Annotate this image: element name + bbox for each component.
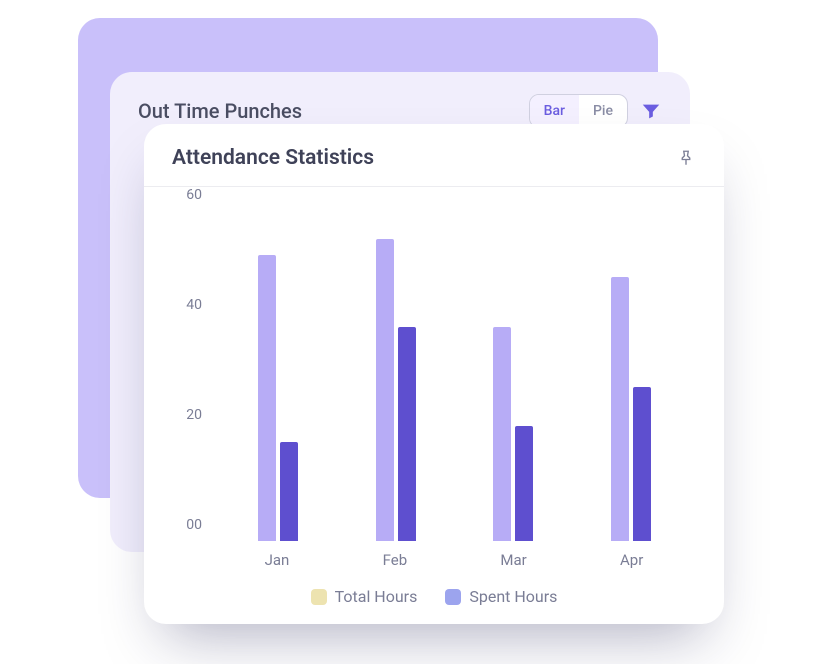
attendance-card: Attendance Statistics 00 20 40 60 Jan Feb Mar… — [144, 124, 724, 624]
bar-spent — [633, 387, 651, 541]
legend-label-spent: Spent Hours — [469, 587, 557, 606]
plot-area — [212, 211, 696, 541]
x-axis-labels: Jan Feb Mar Apr — [212, 541, 696, 569]
x-axis: Jan Feb Mar Apr — [212, 541, 696, 569]
y-tick: 20 — [186, 407, 202, 423]
bar-spent — [515, 426, 533, 542]
mid-card-controls: Bar Pie — [529, 94, 662, 128]
page-title: Attendance Statistics — [172, 146, 374, 170]
bar-groups — [213, 211, 696, 541]
plot: 00204060 — [172, 211, 696, 541]
bar-total — [376, 239, 394, 542]
attendance-card-header: Attendance Statistics — [144, 124, 724, 187]
legend: Total Hours Spent Hours — [172, 569, 696, 606]
legend-item-spent: Spent Hours — [445, 587, 557, 606]
filter-icon[interactable] — [640, 100, 662, 122]
bar-total — [258, 255, 276, 541]
x-tick: Apr — [620, 551, 643, 569]
pin-icon — [677, 149, 695, 167]
y-tick: 40 — [186, 297, 202, 313]
bar-total — [611, 277, 629, 541]
x-tick: Feb — [383, 551, 408, 569]
mid-card-title: Out Time Punches — [138, 99, 302, 123]
segment-pie[interactable]: Pie — [579, 95, 627, 127]
x-tick: Jan — [265, 551, 290, 569]
chart: 00 20 40 60 Jan Feb Mar Apr Total Hours Spent … — [144, 187, 724, 624]
pin-button[interactable] — [676, 148, 696, 168]
y-axis: 00204060 — [172, 211, 212, 541]
bar-spent — [280, 442, 298, 541]
x-tick: Mar — [500, 551, 526, 569]
legend-swatch-spent-icon — [445, 589, 461, 605]
bar-group — [601, 211, 661, 541]
bar-group — [366, 211, 426, 541]
legend-label-total: Total Hours — [335, 587, 418, 606]
bar-group — [248, 211, 308, 541]
y-tick: 00 — [186, 517, 202, 533]
mid-card-header: Out Time Punches Bar Pie — [138, 94, 662, 128]
y-tick: 60 — [186, 187, 202, 203]
legend-item-total: Total Hours — [311, 587, 418, 606]
chart-type-segmented[interactable]: Bar Pie — [529, 94, 628, 128]
bar-total — [493, 327, 511, 542]
bar-spent — [398, 327, 416, 542]
legend-swatch-total-icon — [311, 589, 327, 605]
segment-bar[interactable]: Bar — [530, 95, 579, 127]
bar-group — [483, 211, 543, 541]
